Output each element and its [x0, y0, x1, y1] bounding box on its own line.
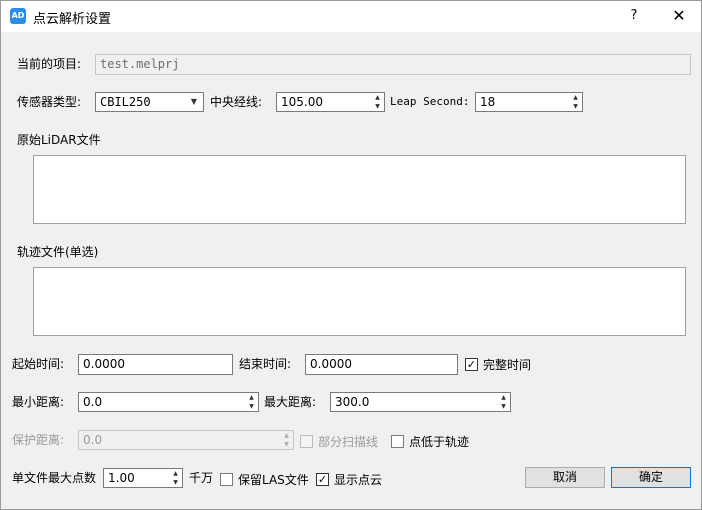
project-field: test.melprj — [95, 54, 691, 75]
spin-down-icon[interactable]: ▼ — [569, 102, 582, 111]
min-distance-spin[interactable]: ▲ ▼ — [245, 392, 259, 412]
central-meridian-input[interactable]: 105.00 — [276, 92, 372, 112]
min-distance-label: 最小距离: — [12, 395, 65, 409]
min-distance-input[interactable]: 0.0 — [78, 392, 246, 412]
close-button[interactable]: ✕ — [664, 4, 694, 28]
protection-distance-input: 0.0 — [78, 430, 281, 450]
protection-distance-spinbox: 0.0 ▲ ▼ — [78, 430, 294, 450]
spin-up-icon[interactable]: ▲ — [245, 393, 258, 402]
spin-down-icon[interactable]: ▼ — [169, 478, 182, 487]
project-label: 当前的项目: — [17, 57, 82, 71]
max-distance-spin[interactable]: ▲ ▼ — [497, 392, 511, 412]
max-distance-input[interactable]: 300.0 — [330, 392, 498, 412]
min-distance-spinbox[interactable]: 0.0 ▲ ▼ — [78, 392, 259, 412]
protection-distance-spin: ▲ ▼ — [280, 430, 294, 450]
leap-second-spin[interactable]: ▲ ▼ — [569, 92, 583, 112]
end-time-input[interactable]: 0.0000 — [305, 354, 458, 375]
sensor-type-value: CBIL250 — [100, 95, 151, 109]
help-button[interactable]: ? — [620, 4, 648, 28]
cancel-button[interactable]: 取消 — [525, 467, 605, 488]
lidar-files-label: 原始LiDAR文件 — [17, 133, 101, 147]
spin-down-icon[interactable]: ▼ — [371, 102, 384, 111]
show-cloud-checkbox[interactable]: ✓ 显示点云 — [316, 471, 382, 488]
keep-las-checkbox[interactable]: 保留LAS文件 — [220, 471, 309, 488]
trajectory-file-list[interactable] — [33, 267, 686, 336]
title-bar: AD 点云解析设置 ? ✕ — [1, 1, 701, 32]
ok-button[interactable]: 确定 — [611, 467, 691, 488]
spin-up-icon[interactable]: ▲ — [371, 93, 384, 102]
spin-down-icon[interactable]: ▼ — [497, 402, 510, 411]
max-points-input[interactable]: 1.00 — [103, 468, 170, 488]
central-meridian-spin[interactable]: ▲ ▼ — [371, 92, 385, 112]
sensor-type-dropdown[interactable]: CBIL250 ▼ — [95, 92, 204, 112]
leap-second-label: Leap Second: — [390, 95, 470, 108]
trajectory-file-label: 轨迹文件(单选) — [17, 245, 99, 259]
max-points-spin[interactable]: ▲ ▼ — [169, 468, 183, 488]
spin-up-icon: ▲ — [284, 432, 289, 439]
spin-down-icon[interactable]: ▼ — [245, 402, 258, 411]
start-time-input[interactable]: 0.0000 — [78, 354, 233, 375]
lidar-files-list[interactable] — [33, 155, 686, 224]
partial-scan-label: 部分扫描线 — [318, 435, 379, 449]
max-points-label: 单文件最大点数 — [12, 471, 97, 485]
show-cloud-label: 显示点云 — [334, 473, 383, 487]
max-distance-label: 最大距离: — [264, 395, 317, 409]
max-distance-spinbox[interactable]: 300.0 ▲ ▼ — [330, 392, 511, 412]
below-track-label: 点低于轨迹 — [409, 435, 470, 449]
app-logo-icon: AD — [10, 8, 26, 24]
central-meridian-spinbox[interactable]: 105.00 ▲ ▼ — [276, 92, 385, 112]
full-time-checkbox[interactable]: ✓ 完整时间 — [465, 356, 531, 373]
sensor-type-label: 传感器类型: — [17, 95, 82, 109]
dialog-window: AD 点云解析设置 ? ✕ 当前的项目: test.melprj 传感器类型: … — [0, 0, 702, 510]
spin-down-icon: ▼ — [284, 441, 289, 448]
window-title: 点云解析设置 — [33, 12, 112, 27]
chevron-down-icon: ▼ — [190, 97, 197, 106]
below-track-checkbox[interactable]: 点低于轨迹 — [391, 433, 469, 450]
partial-scan-checkbox: 部分扫描线 — [300, 433, 378, 450]
leap-second-input[interactable]: 18 — [475, 92, 570, 112]
spin-up-icon[interactable]: ▲ — [569, 93, 582, 102]
end-time-label: 结束时间: — [239, 357, 292, 371]
checkmark-icon: ✓ — [465, 358, 478, 371]
max-points-unit: 千万 — [189, 471, 214, 485]
max-points-spinbox[interactable]: 1.00 ▲ ▼ — [103, 468, 183, 488]
full-time-label: 完整时间 — [483, 358, 532, 372]
keep-las-label: 保留LAS文件 — [238, 473, 309, 487]
central-meridian-label: 中央经线: — [210, 95, 263, 109]
start-time-label: 起始时间: — [12, 357, 65, 371]
spin-up-icon[interactable]: ▲ — [497, 393, 510, 402]
protection-distance-label: 保护距离: — [12, 433, 65, 447]
checkmark-icon: ✓ — [316, 473, 329, 486]
spin-up-icon[interactable]: ▲ — [169, 469, 182, 478]
leap-second-spinbox[interactable]: 18 ▲ ▼ — [475, 92, 583, 112]
